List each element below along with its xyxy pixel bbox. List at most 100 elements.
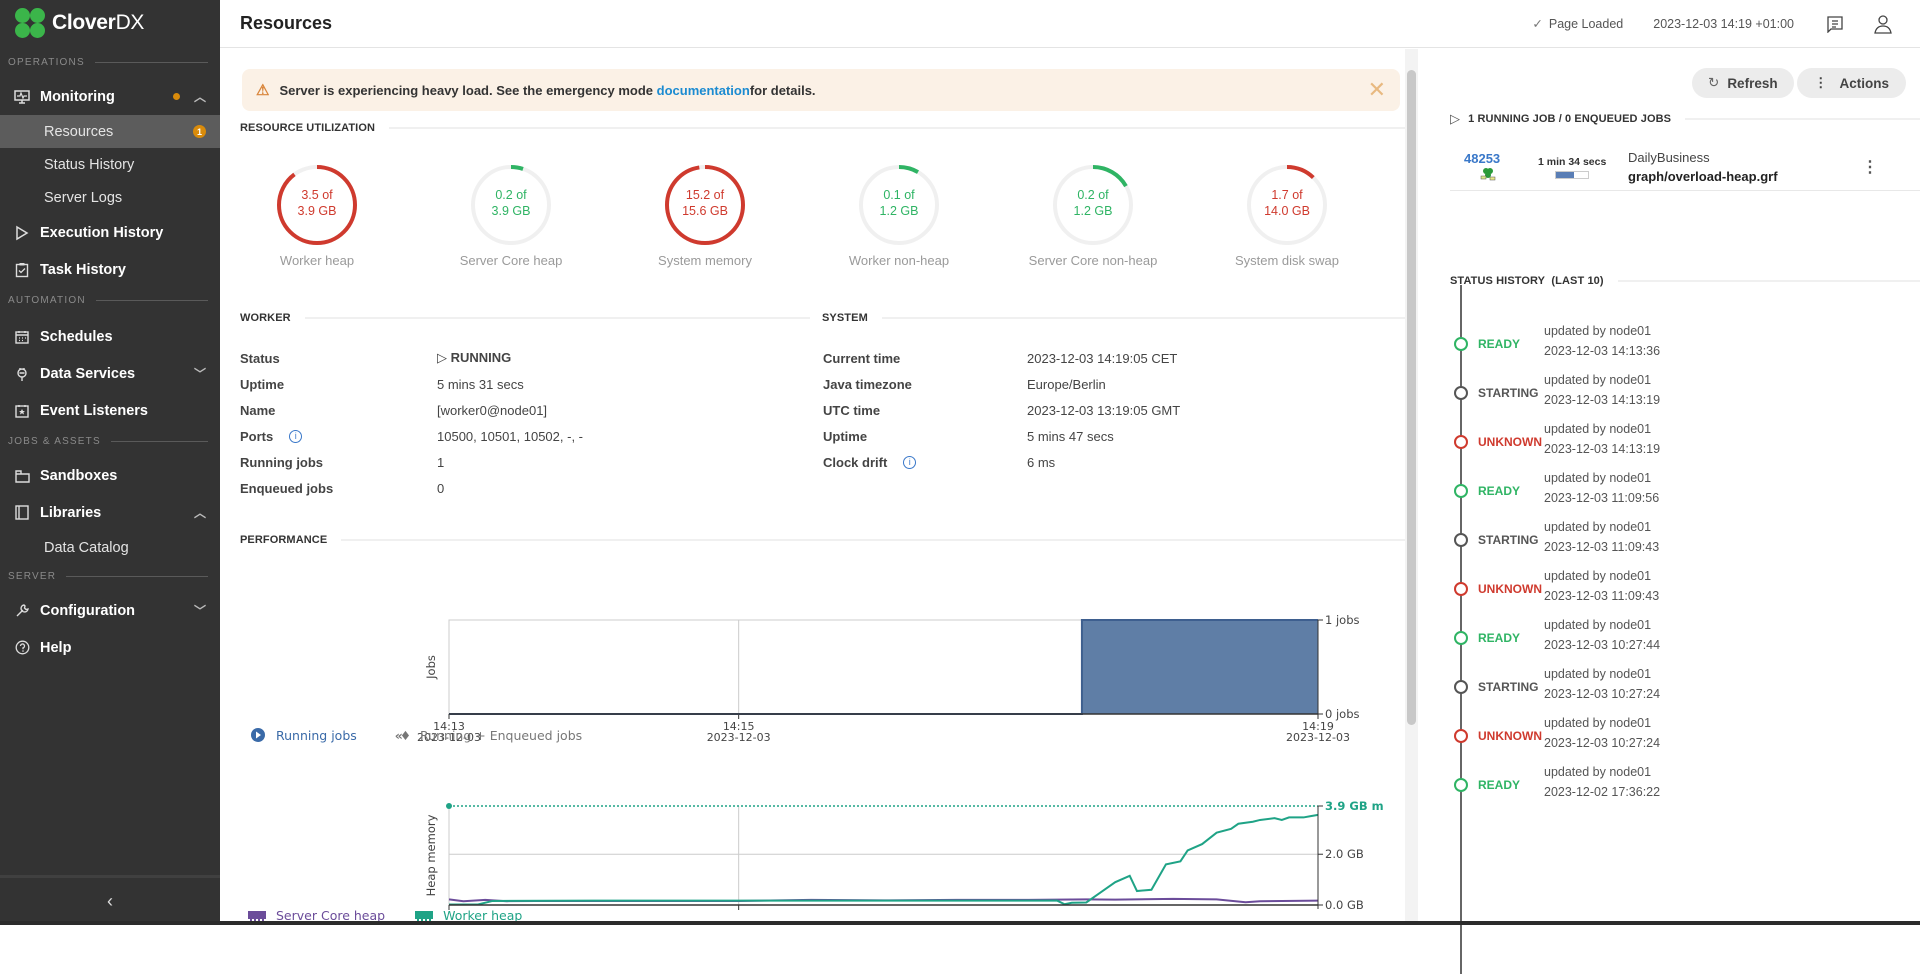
sidebar-item-schedules[interactable]: Schedules [0,318,220,355]
status-label: UNKNOWN [1478,729,1542,743]
collapse-sidebar-button[interactable]: ‹ [0,875,220,925]
clipboard-icon [14,262,30,278]
gauge-label: Worker heap [279,253,355,268]
section-jobs-assets: JOBS & ASSETS [0,429,220,453]
more-vertical-icon: ⋮ [1814,75,1828,90]
logo[interactable]: CloverDX [0,0,220,46]
gauge-worker-non-heap: 0.1 of 1.2 GB Worker non-heap [802,163,996,268]
system-header: SYSTEM [822,312,1412,324]
event-icon [14,403,30,419]
more-vertical-icon[interactable]: ⋮ [1862,157,1878,177]
chevron-down-icon[interactable]: ﹀ [194,365,206,382]
documentation-link[interactable]: documentation [657,83,750,98]
status-circle-icon [1454,729,1468,743]
sidebar-item-status-history[interactable]: Status History [0,148,220,181]
status-label: UNKNOWN [1478,582,1542,596]
wrench-icon [14,603,30,619]
gauge-value: 1.7 of 14.0 GB [1264,188,1310,218]
gauge-label: System disk swap [1234,253,1340,268]
gauge-value: 0.2 of 1.2 GB [1073,188,1113,218]
info-icon[interactable]: i [289,429,303,443]
top-header: Resources ✓ Page Loaded 2023-12-03 14:19 … [220,0,1920,48]
job-duration: 1 min 34 secs [1538,156,1607,168]
sidebar-item-data-services[interactable]: Data Services ﹀ [0,355,220,392]
status-circle-icon [1454,484,1468,498]
y-tick-label: 0.0 GB [1325,898,1364,912]
chevron-up-icon[interactable]: ︿ [194,88,206,105]
gauge-server-core-heap: 0.2 of 3.9 GB Server Core heap [414,163,608,268]
resource-utilization-header: RESOURCE UTILIZATION [240,122,1410,134]
gauge-label: Server Core heap [459,253,563,268]
status-history-item: UNKNOWN updated by node01 2023-12-03 10:27… [1448,713,1748,763]
status-updated: updated by node01 2023-12-03 11:09:56 [1544,471,1660,505]
status-label: READY [1478,631,1521,645]
folder-icon [14,468,30,484]
status-label: UNKNOWN [1478,435,1542,449]
status-label: STARTING [1478,386,1539,400]
y-tick-label: 1 jobs [1325,613,1360,627]
section-automation: AUTOMATION [0,288,220,312]
heap-chart: 0.0 GB 2.0 GB 3.9 GB m Heap memory [424,799,1384,912]
chevron-left-icon: ‹ [107,891,113,911]
status-history-item: UNKNOWN updated by node01 2023-12-03 11:09… [1448,566,1748,616]
status-circle-icon [1454,631,1468,645]
status-updated: updated by node01 2023-12-03 11:09:43 [1544,520,1660,554]
main-content: ⚠ Server is experiencing heavy load. See… [220,49,1415,925]
sidebar-item-help[interactable]: Help [0,629,220,666]
gauge-label: System memory [658,253,752,268]
performance-header: PERFORMANCE [240,534,1410,546]
status-history-item: READY updated by node01 2023-12-03 10:27:4… [1448,615,1748,665]
status-updated: updated by node01 2023-12-03 14:13:19 [1544,373,1661,407]
sidebar-item-execution-history[interactable]: Execution History [0,214,220,251]
y-tick-label: 0 jobs [1325,707,1360,721]
chevron-up-icon[interactable]: ︿ [194,504,206,521]
page-title: Resources [240,13,333,33]
play-icon: ▷ [437,350,451,365]
gauges: 3.5 of 3.9 GB Worker heap 0.2 of 3.9 GB Serve… [220,163,1410,268]
sidebar-item-event-listeners[interactable]: Event Listeners [0,392,220,429]
status-circle-icon [1454,778,1468,792]
calendar-icon [14,329,30,345]
sidebar-item-task-history[interactable]: Task History [0,251,220,288]
refresh-button[interactable]: ↻ Refresh [1692,68,1794,98]
job-progress-bar [1555,171,1589,179]
clover-job-icon [1480,167,1496,186]
sidebar-item-monitoring[interactable]: Monitoring ︿ [0,78,220,115]
plug-icon [14,366,30,382]
status-label: READY [1478,337,1521,351]
gauge-server-core-non-heap: 0.2 of 1.2 GB Server Core non-heap [996,163,1190,268]
sidebar: CloverDX OPERATIONS Monitoring ︿ Resourc… [0,0,220,925]
refresh-icon: ↻ [1708,75,1720,90]
worker-status: ▷ RUNNING [437,350,512,365]
heavy-load-alert: ⚠ Server is experiencing heavy load. See… [242,69,1400,111]
warning-icon: ⚠ [256,82,270,99]
sidebar-item-sandboxes[interactable]: Sandboxes [0,457,220,494]
sidebar-item-resources[interactable]: Resources 1 [0,115,220,148]
worker-info: Status ▷ RUNNING Uptime 5 mins 31 secs Nam… [240,350,584,496]
job-id-link[interactable]: 48253 [1464,151,1500,166]
sidebar-item-configuration[interactable]: Configuration ﹀ [0,592,220,629]
status-history-item: STARTING updated by node01 2023-12-03 10:2… [1448,664,1748,714]
sidebar-item-server-logs[interactable]: Server Logs [0,181,220,214]
notes-icon[interactable] [1824,13,1846,35]
memory-icon [415,910,434,921]
job-path-link[interactable]: graph/overload-heap.grf [1628,169,1778,184]
chevron-down-icon[interactable]: ﹀ [194,602,206,619]
status-label: STARTING [1478,680,1539,694]
clover-logo-icon [14,7,46,39]
user-icon[interactable] [1872,13,1894,35]
section-operations: OPERATIONS [0,50,220,74]
sidebar-item-libraries[interactable]: Libraries ︿ [0,494,220,531]
right-panel: ↻ Refresh ⋮ Actions ▷ 1 RUNNING JOB / 0 ENQ… [1418,49,1920,974]
book-icon [14,505,30,521]
sidebar-item-data-catalog[interactable]: Data Catalog [0,531,220,564]
check-icon: ✓ [1532,17,1543,31]
status-history-item: STARTING updated by node01 2023-12-03 14:1… [1448,370,1748,420]
gauge-system-memory: 15.2 of 15.6 GB System memory [608,163,802,268]
gauge-value: 0.2 of 3.9 GB [491,188,531,218]
scrollbar-thumb[interactable] [1407,70,1416,725]
info-icon[interactable]: i [903,455,917,469]
gauge-value: 3.5 of 3.9 GB [297,188,337,218]
actions-button[interactable]: ⋮ Actions [1797,68,1907,98]
close-icon[interactable]: ✕ [1368,77,1386,103]
